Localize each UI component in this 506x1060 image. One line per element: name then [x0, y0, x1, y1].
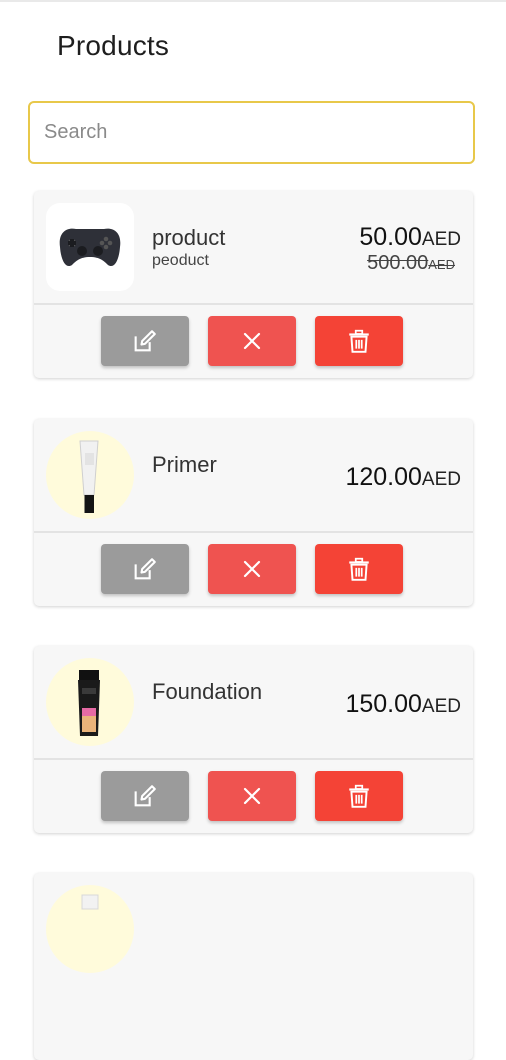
close-icon — [243, 560, 261, 578]
product-thumbnail — [46, 203, 134, 291]
card-divider — [34, 303, 473, 305]
product-name: Foundation — [152, 679, 263, 704]
product-info[interactable]: Primer 120.00AED — [34, 419, 473, 531]
price-currency: AED — [421, 696, 461, 717]
product-card — [34, 873, 473, 1060]
product-thumbnail — [46, 431, 134, 519]
card-divider — [34, 758, 473, 760]
old-price-currency: AED — [428, 257, 455, 272]
product-card: Foundation 150.00AED — [34, 646, 473, 833]
edit-icon — [134, 785, 156, 807]
product-price: 150.00AED — [345, 690, 461, 719]
search-input[interactable] — [30, 103, 473, 162]
close-icon — [243, 332, 261, 350]
product-subtitle: peoduct — [152, 252, 209, 269]
product-name: Primer — [152, 452, 217, 477]
price-amount: 150.00 — [345, 690, 422, 718]
top-divider — [0, 0, 506, 2]
product-thumbnail — [46, 658, 134, 746]
gamepad-image — [59, 228, 121, 267]
trash-icon — [349, 329, 369, 353]
product-card: Primer 120.00AED — [34, 419, 473, 606]
cancel-button[interactable] — [208, 771, 296, 821]
product-thumbnail — [46, 885, 134, 973]
edit-button[interactable] — [101, 316, 189, 366]
product-price: 120.00AED — [345, 463, 461, 492]
product-info[interactable]: Foundation 150.00AED — [34, 646, 473, 758]
trash-icon — [349, 784, 369, 808]
product-price: 50.00AED — [359, 223, 461, 252]
product-old-price: 500.00AED — [367, 252, 455, 275]
search-box[interactable] — [28, 101, 475, 164]
edit-button[interactable] — [101, 771, 189, 821]
price-currency: AED — [421, 469, 461, 490]
price-currency: AED — [421, 229, 461, 250]
cancel-button[interactable] — [208, 316, 296, 366]
product-card: product peoduct 50.00AED 500.00AED — [34, 191, 473, 378]
product-name: product — [152, 225, 226, 250]
cancel-button[interactable] — [208, 544, 296, 594]
delete-button[interactable] — [315, 771, 403, 821]
primer-tube-image — [79, 440, 99, 513]
card-divider — [34, 531, 473, 533]
edit-icon — [134, 558, 156, 580]
foundation-bottle-image — [78, 670, 100, 736]
product-info[interactable] — [34, 873, 473, 985]
page-title: Products — [57, 30, 170, 61]
old-price-amount: 500.00 — [367, 252, 429, 274]
price-amount: 120.00 — [345, 463, 422, 491]
product-image — [81, 894, 99, 910]
edit-icon — [134, 330, 156, 352]
delete-button[interactable] — [315, 544, 403, 594]
close-icon — [243, 787, 261, 805]
trash-icon — [349, 557, 369, 581]
price-amount: 50.00 — [359, 223, 422, 251]
edit-button[interactable] — [101, 544, 189, 594]
delete-button[interactable] — [315, 316, 403, 366]
product-info[interactable]: product peoduct 50.00AED 500.00AED — [34, 191, 473, 303]
